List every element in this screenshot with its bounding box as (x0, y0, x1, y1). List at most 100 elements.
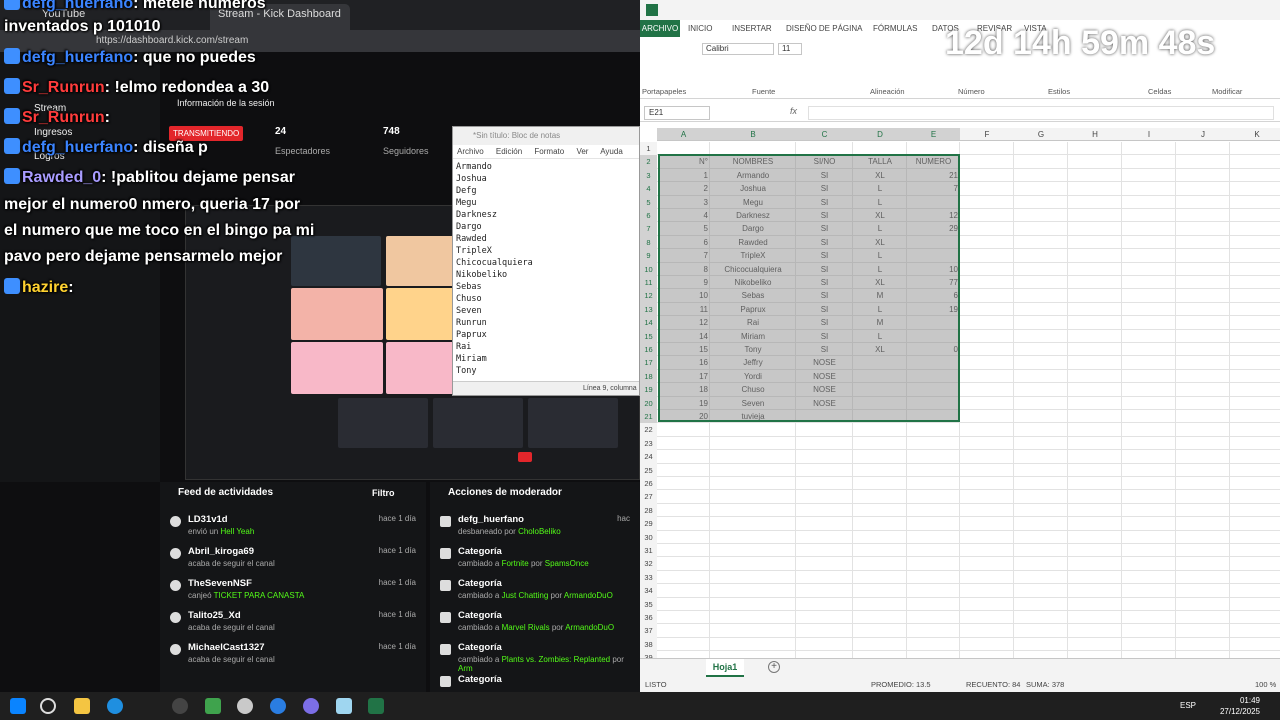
grid-cell[interactable] (907, 637, 960, 652)
row-header[interactable]: 21 (640, 410, 657, 424)
grid-cell[interactable] (1176, 436, 1230, 451)
grid-cell[interactable] (1014, 477, 1068, 491)
grid-cell[interactable] (1122, 142, 1176, 156)
grid-cell[interactable] (960, 503, 1014, 518)
grid-cell[interactable] (657, 611, 710, 625)
grid-cell[interactable] (796, 517, 853, 531)
column-header-h[interactable]: H (1068, 128, 1122, 141)
grid-cell[interactable] (657, 597, 710, 611)
row-header[interactable]: 35 (640, 597, 657, 611)
grid-cell[interactable] (796, 463, 853, 477)
grid-cell[interactable] (1176, 369, 1230, 384)
grid-cell[interactable] (1122, 450, 1176, 464)
grid-cell[interactable] (710, 624, 796, 638)
grid-cell[interactable] (1068, 423, 1122, 437)
grid-cell[interactable] (1014, 570, 1068, 585)
grid-cell[interactable] (1068, 436, 1122, 451)
grid-cell[interactable] (1014, 262, 1068, 276)
grid-cell[interactable] (1230, 370, 1280, 384)
chat-username[interactable]: defg_huerfano (22, 49, 133, 66)
grid-cell[interactable] (1122, 396, 1176, 410)
grid-cell[interactable] (1122, 155, 1176, 169)
row-header[interactable]: 16 (640, 343, 657, 357)
grid-cell[interactable] (1014, 195, 1068, 209)
grid-cell[interactable] (1122, 195, 1176, 209)
grid-cell[interactable] (960, 463, 1014, 477)
app-icon[interactable] (205, 698, 221, 714)
grid-cell[interactable] (1176, 570, 1230, 585)
grid-cell[interactable] (1068, 544, 1122, 558)
mod-action-title[interactable]: Categoría (458, 674, 502, 685)
grid-cell[interactable] (710, 490, 796, 504)
grid-cell[interactable] (1176, 209, 1230, 223)
column-header-k[interactable]: K (1230, 128, 1280, 141)
grid-cell[interactable] (1014, 410, 1068, 424)
grid-cell[interactable] (1176, 302, 1230, 317)
grid-cell[interactable] (1122, 369, 1176, 384)
row-header[interactable]: 8 (640, 235, 657, 250)
grid-cell[interactable] (1230, 142, 1280, 156)
grid-cell[interactable] (853, 584, 907, 598)
row-header[interactable]: 24 (640, 450, 657, 464)
feed-username[interactable]: Talito25_Xd (188, 610, 241, 621)
column-header-g[interactable]: G (1014, 128, 1068, 141)
grid-cell[interactable] (1122, 544, 1176, 558)
grid-cell[interactable] (960, 637, 1014, 652)
grid-cell[interactable] (1230, 196, 1280, 209)
row-header[interactable]: 36 (640, 611, 657, 625)
grid-cell[interactable] (960, 276, 1014, 290)
ribbon-tab-inicio[interactable]: INICIO (688, 24, 712, 33)
grid-cell[interactable] (710, 503, 796, 518)
grid-cell[interactable] (960, 249, 1014, 263)
grid-cell[interactable] (657, 517, 710, 531)
row-header[interactable]: 37 (640, 624, 657, 638)
grid-cell[interactable] (1230, 517, 1280, 531)
grid-cell[interactable] (1014, 316, 1068, 330)
grid-cell[interactable] (657, 503, 710, 518)
row-header[interactable]: 13 (640, 302, 657, 317)
ribbon-tab-frmulas[interactable]: FÓRMULAS (873, 24, 917, 33)
grid-cell[interactable] (960, 302, 1014, 317)
column-header-i[interactable]: I (1122, 128, 1176, 141)
grid-cell[interactable] (1176, 490, 1230, 504)
grid-cell[interactable] (1230, 423, 1280, 437)
grid-cell[interactable] (907, 517, 960, 531)
row-header[interactable]: 1 (640, 142, 657, 156)
grid-cell[interactable] (960, 477, 1014, 491)
grid-cell[interactable] (1014, 235, 1068, 250)
grid-cell[interactable] (657, 530, 710, 544)
row-header[interactable]: 10 (640, 262, 657, 276)
row-header[interactable]: 19 (640, 383, 657, 397)
grid-cell[interactable] (1230, 410, 1280, 424)
grid-cell[interactable] (1176, 195, 1230, 209)
grid-cell[interactable] (1068, 235, 1122, 250)
grid-cell[interactable] (853, 436, 907, 451)
app-icon[interactable] (237, 698, 253, 714)
grid-cell[interactable] (1068, 168, 1122, 183)
grid-cell[interactable] (1014, 637, 1068, 652)
grid-cell[interactable] (1068, 597, 1122, 611)
grid-cell[interactable] (1068, 276, 1122, 290)
row-header[interactable]: 15 (640, 329, 657, 343)
chat-username[interactable]: Sr_Runrun (22, 79, 105, 96)
grid-cell[interactable] (1122, 503, 1176, 518)
row-header[interactable]: 5 (640, 195, 657, 209)
grid-cell[interactable] (960, 436, 1014, 451)
grid-cell[interactable] (1230, 303, 1280, 317)
grid-cell[interactable] (907, 463, 960, 477)
chat-username[interactable]: hazire (22, 279, 68, 296)
grid-cell[interactable] (710, 450, 796, 464)
grid-cell[interactable] (1176, 503, 1230, 518)
grid-cell[interactable] (907, 624, 960, 638)
grid-cell[interactable] (1122, 477, 1176, 491)
grid-cell[interactable] (960, 544, 1014, 558)
grid-cell[interactable] (1176, 289, 1230, 303)
chat-username[interactable]: defg_huerfano (22, 0, 133, 12)
grid-cell[interactable] (1014, 209, 1068, 223)
grid-cell[interactable] (1230, 343, 1280, 357)
grid-cell[interactable] (1230, 464, 1280, 477)
grid-cell[interactable] (1230, 397, 1280, 410)
grid-cell[interactable] (907, 423, 960, 437)
grid-cell[interactable] (960, 195, 1014, 209)
grid-cell[interactable] (657, 490, 710, 504)
